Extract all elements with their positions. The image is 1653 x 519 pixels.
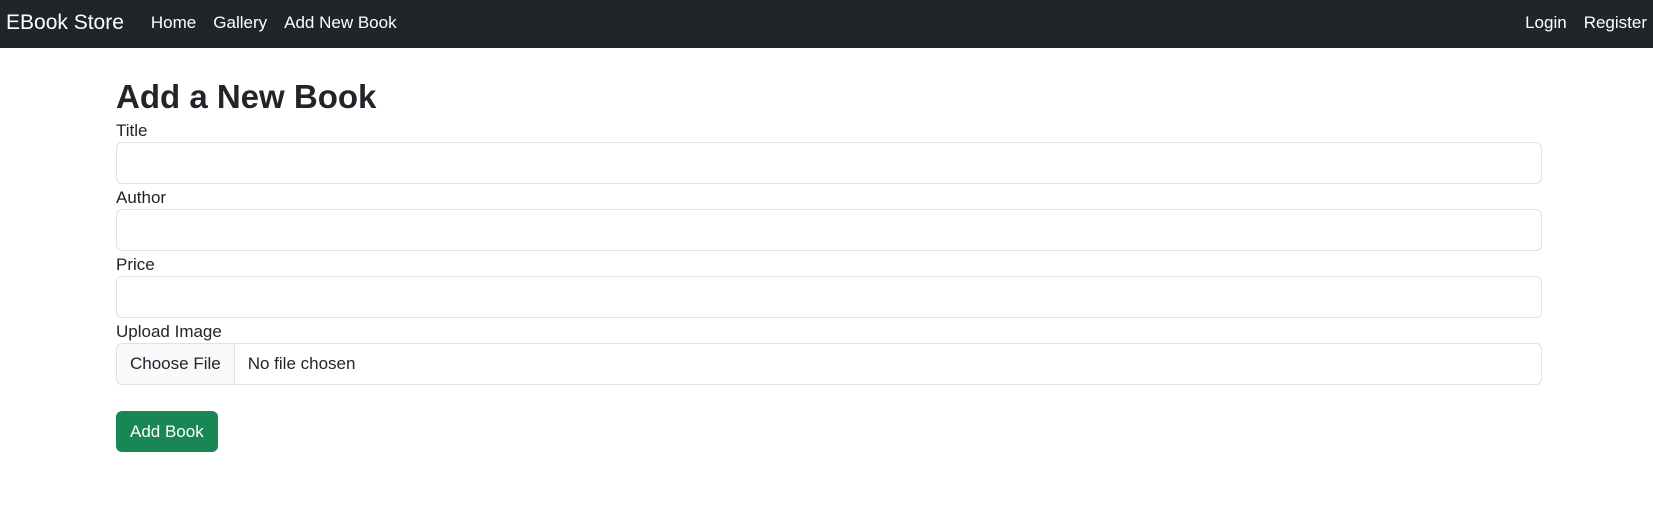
nav-register-link[interactable]: Register [1584,13,1647,33]
add-book-form: Title Author Price Upload Image Choose F… [116,121,1542,452]
main-nav: Home Gallery Add New Book [151,13,414,34]
page-title: Add a New Book [116,78,377,115]
image-file-input[interactable]: Choose File No file chosen [116,343,1542,385]
author-input[interactable] [116,209,1542,251]
choose-file-button[interactable]: Choose File [117,344,235,384]
nav-login-link[interactable]: Login [1525,13,1567,33]
brand-link[interactable]: EBook Store [6,11,124,35]
title-input[interactable] [116,142,1542,184]
nav-add-book-link[interactable]: Add New Book [284,13,396,33]
auth-nav: Login Register [1508,13,1647,34]
price-input[interactable] [116,276,1542,318]
nav-home-link[interactable]: Home [151,13,196,33]
upload-image-label: Upload Image [116,322,222,341]
add-book-container: Add a New Book Title Author Price Upload… [116,48,1542,452]
author-label: Author [116,188,167,207]
price-label: Price [116,255,155,274]
title-label: Title [116,121,148,140]
file-status-text: No file chosen [247,354,356,373]
top-navbar: EBook Store Home Gallery Add New Book Lo… [0,0,1653,48]
add-book-button[interactable]: Add Book [116,411,218,452]
nav-gallery-link[interactable]: Gallery [213,13,267,33]
